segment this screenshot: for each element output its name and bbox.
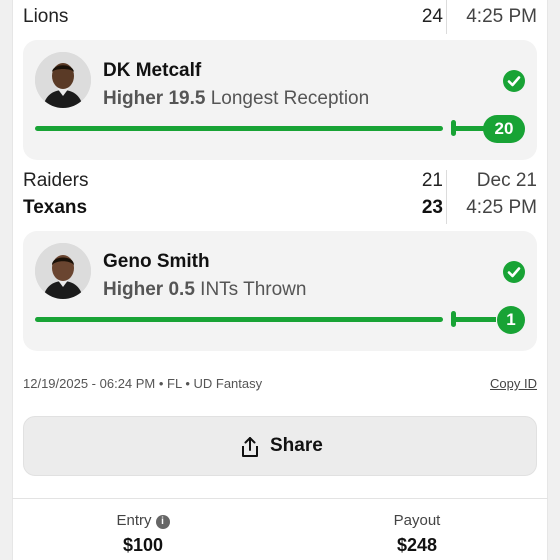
check-circle-icon xyxy=(503,261,525,283)
check-circle-icon xyxy=(503,70,525,92)
entry-label: Entry xyxy=(116,512,152,529)
info-icon[interactable]: i xyxy=(155,515,170,529)
progress-track xyxy=(35,126,443,131)
entry-value: $100 xyxy=(122,535,164,555)
team-line: Raiders 21 xyxy=(23,170,443,196)
share-button[interactable]: Share xyxy=(23,416,537,476)
player-name: DK Metcalf xyxy=(103,60,202,81)
pick-direction: Higher xyxy=(103,88,164,109)
share-label: Share xyxy=(270,435,323,456)
team-score: 24 xyxy=(421,6,443,27)
progress-track xyxy=(456,317,496,322)
copy-id-link[interactable]: Copy ID xyxy=(490,376,537,391)
pick-stat: Longest Reception xyxy=(210,88,370,109)
result-pill: 20 xyxy=(483,115,525,143)
game-date: Dec 21 xyxy=(476,170,537,191)
avatar xyxy=(35,243,91,299)
progress-track xyxy=(35,317,443,322)
pick-card-geno-smith[interactable]: Geno Smith Higher 0.5 INTs Thrown 1 xyxy=(23,231,537,351)
game-row-raiders-texans: Raiders 21 Texans 23 Dec 21 4:25 PM xyxy=(23,170,537,226)
pick-line: Higher 19.5 Longest Reception xyxy=(103,88,369,110)
game-time: 4:25 PM xyxy=(466,6,537,27)
progress-track xyxy=(456,126,486,131)
entry-meta: 12/19/2025 - 06:24 PM • FL • UD Fantasy xyxy=(23,376,263,391)
avatar xyxy=(35,52,91,108)
player-name: Geno Smith xyxy=(103,251,210,272)
pick-line-value: 0.5 xyxy=(168,279,195,300)
pick-line: Higher 0.5 INTs Thrown xyxy=(103,279,306,301)
game-row-lions: Lions 24 4:25 PM xyxy=(23,0,537,34)
team-score: 23 xyxy=(421,197,443,218)
pick-card-dk-metcalf[interactable]: DK Metcalf Higher 19.5 Longest Reception… xyxy=(23,40,537,160)
payout-label: Payout xyxy=(393,512,441,529)
team-line: Lions 24 xyxy=(23,6,443,32)
pick-stat: INTs Thrown xyxy=(200,279,307,300)
game-time: 4:25 PM xyxy=(466,197,537,218)
team-name: Raiders xyxy=(23,170,89,191)
share-icon xyxy=(240,436,260,463)
pick-line-value: 19.5 xyxy=(168,88,206,109)
team-name: Lions xyxy=(23,6,69,27)
payout-value: $248 xyxy=(396,535,438,555)
payout-summary: Payout $248 xyxy=(337,512,497,556)
divider xyxy=(12,498,548,499)
pick-direction: Higher xyxy=(103,279,164,300)
result-pill: 1 xyxy=(497,306,525,334)
team-name: Texans xyxy=(23,197,88,218)
team-line: Texans 23 xyxy=(23,197,443,223)
entry-summary: Entry i $100 xyxy=(63,512,223,556)
entry-label-row: Entry i xyxy=(63,512,223,529)
team-score: 21 xyxy=(421,170,443,191)
